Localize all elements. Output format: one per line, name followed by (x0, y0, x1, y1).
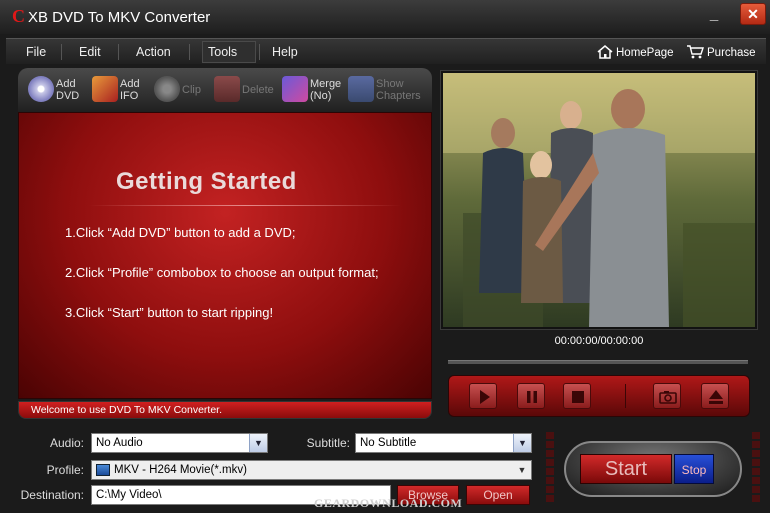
video-format-icon (96, 464, 110, 476)
delete-film-icon (214, 76, 240, 102)
show-chapters-button[interactable]: Show Chapters (348, 72, 428, 108)
menu-action[interactable]: Action (136, 45, 171, 59)
profile-label: Profile: (46, 463, 84, 477)
audio-select[interactable]: No Audio ▼ (91, 433, 268, 453)
menu-edit[interactable]: Edit (79, 45, 101, 59)
add-ifo-label-line2: IFO (120, 90, 139, 102)
stop-button[interactable]: Stop (674, 454, 714, 484)
window-title: XB DVD To MKV Converter (28, 9, 211, 26)
open-button[interactable]: Open (466, 485, 530, 505)
step-1-text: 1.Click “Add DVD” button to add a DVD; (65, 225, 296, 240)
pause-button[interactable] (517, 383, 545, 409)
stop-icon (572, 391, 584, 403)
toolbar: Add DVD Add IFO Clip Delete Merge (No) Show… (18, 68, 432, 112)
add-dvd-label-line1: Add (56, 78, 76, 90)
getting-started-panel: Getting Started 1.Click “Add DVD” button… (18, 112, 432, 399)
menu-separator (61, 44, 62, 60)
camera-icon (659, 391, 677, 404)
chevron-down-icon[interactable]: ▼ (249, 434, 267, 452)
show-chapters-label-line1: Show (376, 78, 404, 90)
menu-help[interactable]: Help (272, 45, 298, 59)
play-button[interactable] (469, 383, 497, 409)
subtitle-select[interactable]: No Subtitle ▼ (355, 433, 532, 453)
status-text: Welcome to use DVD To MKV Converter. (31, 404, 223, 416)
menu-tools[interactable]: Tools (208, 45, 237, 59)
start-button[interactable]: Start (580, 454, 672, 484)
chevron-down-icon[interactable]: ▼ (513, 461, 531, 479)
dvd-disc-icon (28, 76, 54, 102)
title-underline (89, 205, 401, 206)
merge-label-line2: (No) (310, 90, 332, 102)
pause-icon (527, 391, 537, 403)
app-logo: C (12, 6, 25, 26)
snapshot-button[interactable] (653, 383, 681, 409)
video-preview (440, 70, 758, 330)
menu-bar: File Edit Action Tools Help HomePage Pur… (6, 38, 766, 64)
audio-label: Audio: (49, 436, 84, 450)
preview-image (443, 73, 755, 327)
add-ifo-button[interactable]: Add IFO (92, 72, 152, 108)
add-dvd-label-line2: DVD (56, 90, 80, 102)
delete-button[interactable]: Delete (214, 72, 276, 108)
status-bar: Welcome to use DVD To MKV Converter. (18, 401, 432, 419)
purchase-link[interactable]: Purchase (707, 47, 756, 59)
minimize-button[interactable]: _ (700, 4, 728, 28)
eject-button[interactable] (701, 383, 729, 409)
profile-select[interactable]: MKV - H264 Movie(*.mkv) ▼ (91, 460, 532, 480)
menu-separator (189, 44, 190, 60)
decorative-dots-right (752, 432, 760, 504)
merge-button[interactable]: Merge (No) (282, 72, 346, 108)
stop-playback-button[interactable] (563, 383, 591, 409)
profile-select-value: MKV - H264 Movie(*.mkv) (114, 464, 247, 476)
start-stop-capsule: Start Stop (564, 441, 742, 497)
step-3-text: 3.Click “Start” button to start ripping! (65, 305, 274, 320)
menu-separator (259, 44, 260, 60)
cart-icon[interactable] (686, 45, 704, 59)
chapters-icon (348, 76, 374, 102)
merge-icon (282, 76, 308, 102)
add-dvd-button[interactable]: Add DVD (28, 72, 88, 108)
decorative-dots-left (546, 432, 554, 504)
eject-icon (709, 390, 723, 404)
player-controls (448, 375, 750, 417)
controls-separator (625, 384, 626, 408)
timecode: 00:00:00/00:00:00 (554, 335, 644, 347)
watermark: GEARDOWNLOAD.COM (314, 496, 463, 510)
scissors-disc-icon (154, 76, 180, 102)
destination-label: Destination: (20, 488, 84, 502)
add-ifo-label-line1: Add (120, 78, 140, 90)
getting-started-title: Getting Started (116, 168, 297, 195)
home-icon[interactable] (597, 45, 613, 59)
menu-file[interactable]: File (26, 45, 46, 59)
menu-separator (118, 44, 119, 60)
close-button[interactable]: ✕ (740, 3, 766, 25)
show-chapters-label-line2: Chapters (376, 90, 421, 102)
homepage-link[interactable]: HomePage (616, 47, 674, 59)
destination-input-value: C:\My Video\ (96, 489, 162, 501)
film-ifo-icon (92, 76, 118, 102)
delete-label: Delete (242, 84, 274, 96)
chevron-down-icon[interactable]: ▼ (513, 434, 531, 452)
merge-label-line1: Merge (310, 78, 342, 90)
play-icon (480, 390, 490, 404)
clip-button[interactable]: Clip (154, 72, 210, 108)
step-2-text: 2.Click “Profile” combobox to choose an … (65, 265, 379, 280)
clip-label: Clip (182, 84, 201, 96)
subtitle-label: Subtitle: (306, 436, 350, 450)
subtitle-select-value: No Subtitle (360, 437, 417, 449)
seek-bar[interactable] (448, 360, 748, 364)
audio-select-value: No Audio (96, 437, 143, 449)
